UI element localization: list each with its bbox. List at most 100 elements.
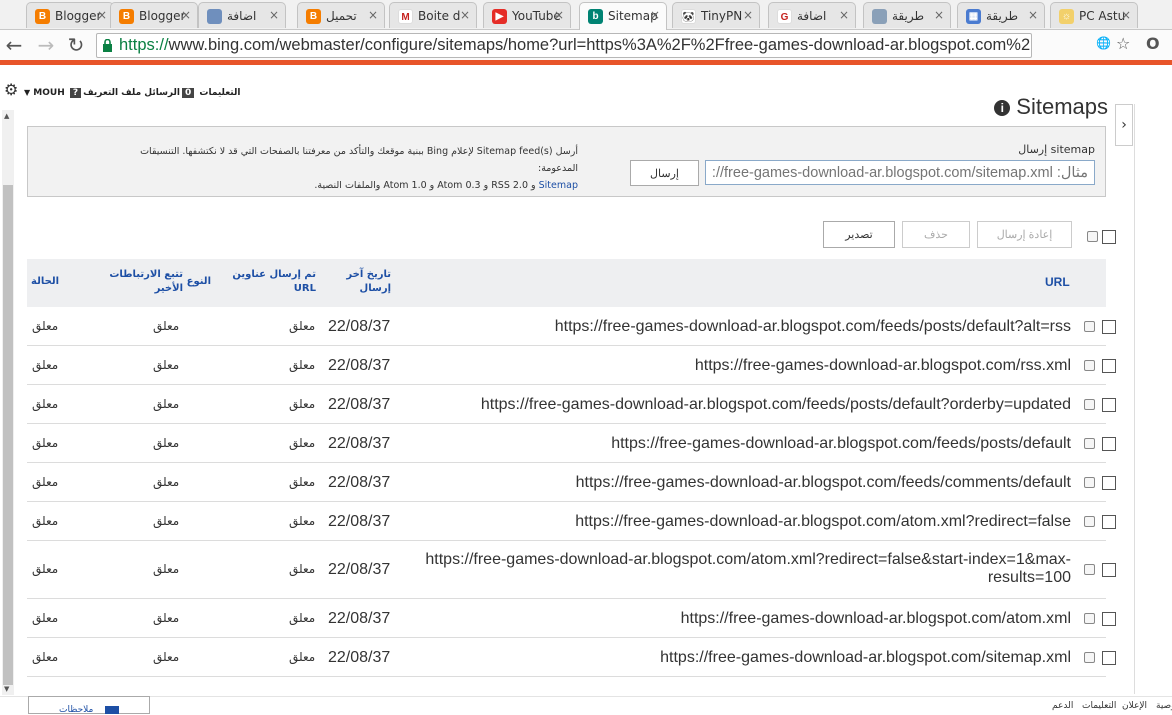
col-last-submitted-header[interactable]: تاريخ آخر إرسال (339, 268, 391, 296)
footer-link-privacy[interactable]: الخصوصية (1156, 701, 1172, 711)
browser-tab[interactable]: طريقة × (863, 2, 951, 28)
feedback-icon (105, 706, 119, 714)
tab-favicon-icon (872, 9, 887, 24)
row-checkbox-outline[interactable] (1102, 398, 1116, 412)
footer-link-help[interactable]: التعليمات (1082, 701, 1116, 711)
row-checkbox[interactable] (1084, 477, 1095, 488)
opera-icon[interactable]: O (1146, 34, 1160, 53)
browser-tab[interactable]: ☼ PC Astu × (1050, 2, 1138, 28)
browser-tab[interactable]: G اضافة × (768, 2, 856, 28)
sitemap-url[interactable]: https://free-games-download-ar.blogspot.… (425, 551, 1071, 569)
delete-button[interactable]: حذف (902, 221, 970, 248)
back-button[interactable]: ← (2, 33, 26, 57)
row-checkbox-outline[interactable] (1102, 612, 1116, 626)
expand-panel-button[interactable]: › (1115, 104, 1133, 146)
footer-link-support[interactable]: الدعم (1052, 701, 1073, 711)
tab-close-icon[interactable]: × (1121, 8, 1131, 22)
browser-tab[interactable]: اضافة × (198, 2, 286, 28)
star-icon[interactable]: ☆ (1116, 34, 1130, 53)
sitemap-url-input[interactable] (705, 160, 1095, 185)
tab-favicon-icon: 🐼 (681, 9, 696, 24)
row-checkbox[interactable] (1084, 360, 1095, 371)
tab-close-icon[interactable]: × (1028, 8, 1038, 22)
tab-close-icon[interactable]: × (181, 8, 191, 22)
user-menu[interactable]: ▼ MOUH ? التعليمات 0الرسائل ملف التعريف (24, 88, 240, 98)
info-icon[interactable]: i (994, 100, 1011, 116)
footer-link-advertise[interactable]: الإعلان (1122, 701, 1147, 711)
select-all-checkbox-outline[interactable] (1102, 230, 1116, 244)
scroll-up-icon[interactable]: ▲ (4, 112, 9, 120)
row-checkbox-outline[interactable] (1102, 320, 1116, 334)
table-row: https://free-games-download-ar.blogspot.… (27, 346, 1116, 385)
tab-close-icon[interactable]: × (650, 8, 660, 22)
browser-tab[interactable]: B Blogger × (110, 2, 198, 28)
col-urls-submitted-header[interactable]: تم إرسال عناوين URL (232, 268, 316, 296)
browser-tab[interactable]: B Blogger × (26, 2, 114, 28)
sitemap-url[interactable]: https://free-games-download-ar.blogspot.… (660, 649, 1071, 667)
browser-tab[interactable]: ▶ YouTube × (483, 2, 571, 28)
row-checkbox[interactable] (1084, 321, 1095, 332)
sitemap-url[interactable]: https://free-games-download-ar.blogspot.… (681, 610, 1071, 628)
tab-close-icon[interactable]: × (460, 8, 470, 22)
sitemap-url[interactable]: https://free-games-download-ar.blogspot.… (576, 474, 1071, 492)
sitemap-url[interactable]: https://free-games-download-ar.blogspot.… (481, 396, 1071, 414)
formats-text: و RSS 2.0 و Atom 0.3 و Atom 1.0 والملفات… (314, 180, 536, 191)
row-checkbox-outline[interactable] (1102, 437, 1116, 451)
reload-button[interactable]: ↻ (64, 33, 88, 57)
row-checkbox[interactable] (1084, 438, 1095, 449)
col-status-header[interactable]: الحالة (29, 275, 59, 289)
browser-tab[interactable]: b Sitemap × (579, 2, 667, 30)
tab-close-icon[interactable]: × (934, 8, 944, 22)
row-checkbox-outline[interactable] (1102, 359, 1116, 373)
urls-submitted-cell: معلق (289, 562, 316, 576)
address-bar[interactable]: https://www.bing.com/webmaster/configure… (96, 33, 1032, 58)
select-all-checkbox[interactable] (1087, 231, 1098, 242)
row-checkbox[interactable] (1084, 613, 1095, 624)
browser-tab[interactable]: B تحميل × (297, 2, 385, 28)
translate-icon[interactable]: 🌐 (1096, 36, 1111, 50)
sitemap-url[interactable]: https://free-games-download-ar.blogspot.… (695, 357, 1071, 375)
col-last-crawled-header[interactable]: تتبع الارتباطات الأخير (107, 268, 183, 296)
gear-icon[interactable]: ⚙ (4, 80, 18, 99)
type-cell: معلق (153, 611, 180, 625)
sitemap-url[interactable]: https://free-games-download-ar.blogspot.… (575, 513, 1071, 531)
tab-close-icon[interactable]: × (839, 8, 849, 22)
tab-close-icon[interactable]: × (269, 8, 279, 22)
submit-button[interactable]: إرسال (630, 160, 699, 186)
export-button[interactable]: تصدير (823, 221, 895, 248)
tab-close-icon[interactable]: × (743, 8, 753, 22)
col-url-header[interactable]: URL (1045, 275, 1070, 289)
tab-close-icon[interactable]: × (368, 8, 378, 22)
sitemap-format-link[interactable]: Sitemap (539, 180, 578, 191)
scroll-down-icon[interactable]: ▼ (4, 685, 9, 693)
feedback-button[interactable]: ملاحظات (28, 696, 150, 715)
table-row: https://free-games-download-ar.blogspot.… (27, 502, 1116, 541)
row-checkbox[interactable] (1084, 516, 1095, 527)
row-checkbox[interactable] (1084, 652, 1095, 663)
tab-close-icon[interactable]: × (97, 8, 107, 22)
row-checkbox-outline[interactable] (1102, 651, 1116, 665)
profile-link[interactable]: ملف التعريف (83, 88, 141, 98)
forward-button[interactable]: → (34, 33, 58, 57)
tab-close-icon[interactable]: × (554, 8, 564, 22)
messages-link[interactable]: الرسائل (144, 88, 180, 98)
status-cell: معلق (32, 475, 59, 489)
notifications-link[interactable]: التعليمات (199, 88, 240, 98)
row-checkbox-outline[interactable] (1102, 476, 1116, 490)
browser-tab[interactable]: M Boite d × (389, 2, 477, 28)
sitemap-url-continued[interactable]: results=100 (425, 569, 1071, 587)
row-checkbox[interactable] (1084, 564, 1095, 575)
table-row: https://free-games-download-ar.blogspot.… (27, 638, 1116, 677)
row-checkbox[interactable] (1084, 399, 1095, 410)
sitemap-url[interactable]: https://free-games-download-ar.blogspot.… (555, 318, 1071, 336)
row-checkbox-outline[interactable] (1102, 515, 1116, 529)
row-checkbox-outline[interactable] (1102, 563, 1116, 577)
browser-tab[interactable]: ▦ طريقة × (957, 2, 1045, 28)
page-scrollbar[interactable]: ▲ ▼ (2, 110, 14, 695)
scrollbar-thumb[interactable] (3, 185, 13, 685)
resubmit-button[interactable]: إعادة إرسال (977, 221, 1072, 248)
browser-tab[interactable]: 🐼 TinyPN × (672, 2, 760, 28)
sitemap-url[interactable]: https://free-games-download-ar.blogspot.… (611, 435, 1071, 453)
url-cell: https://free-games-download-ar.blogspot.… (425, 551, 1071, 587)
type-cell: معلق (153, 562, 180, 576)
